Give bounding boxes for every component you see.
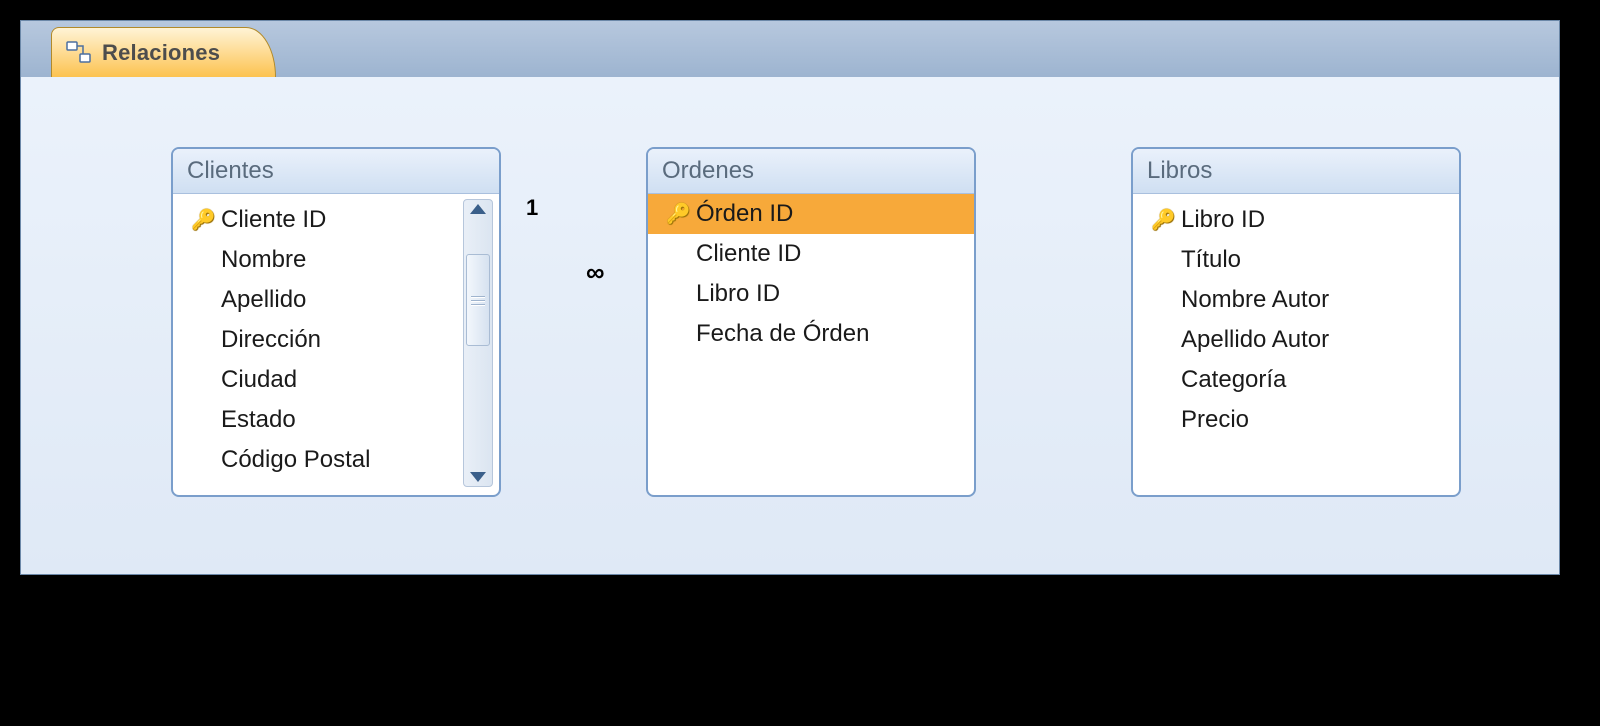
field-label: Fecha de Órden — [696, 320, 869, 348]
field-label: Órden ID — [696, 200, 793, 228]
field-label: Categoría — [1181, 366, 1286, 394]
field-row[interactable]: Nombre — [173, 240, 459, 280]
tab-relaciones[interactable]: Relaciones — [51, 27, 276, 78]
field-row[interactable]: Nombre Autor — [1133, 280, 1459, 320]
scrollbar[interactable] — [463, 199, 493, 487]
table-fields: 🔑 Órden ID Cliente ID Libro ID Fecha de … — [648, 194, 974, 362]
field-row[interactable]: Fecha de Órden — [648, 314, 974, 354]
field-label: Libro ID — [696, 280, 780, 308]
field-row[interactable]: Cliente ID — [648, 234, 974, 274]
table-title: Ordenes — [648, 149, 974, 194]
field-row[interactable]: Apellido Autor — [1133, 320, 1459, 360]
scroll-up-icon[interactable] — [470, 204, 486, 214]
table-fields: 🔑 Cliente ID Nombre Apellido Dirección C… — [173, 194, 499, 488]
field-row[interactable]: Título — [1133, 240, 1459, 280]
cardinality-one: 1 — [526, 195, 538, 221]
field-row[interactable]: Libro ID — [648, 274, 974, 314]
relationships-icon — [66, 40, 92, 66]
scroll-thumb[interactable] — [466, 254, 490, 346]
field-label: Código Postal — [221, 446, 370, 474]
field-label: Libro ID — [1181, 206, 1265, 234]
field-label: Estado — [221, 406, 296, 434]
field-label: Apellido Autor — [1181, 326, 1329, 354]
table-title: Libros — [1133, 149, 1459, 194]
field-row[interactable]: Ciudad — [173, 360, 459, 400]
field-row[interactable]: Apellido — [173, 280, 459, 320]
table-title: Clientes — [173, 149, 499, 194]
field-row[interactable]: 🔑 Cliente ID — [173, 200, 459, 240]
field-row[interactable]: Categoría — [1133, 360, 1459, 400]
field-label: Ciudad — [221, 366, 297, 394]
table-clientes[interactable]: Clientes 🔑 Cliente ID Nombre Apellido Di… — [171, 147, 501, 497]
field-row[interactable]: 🔑 Libro ID — [1133, 200, 1459, 240]
field-label: Apellido — [221, 286, 306, 314]
field-label: Precio — [1181, 406, 1249, 434]
field-label: Cliente ID — [696, 240, 801, 268]
field-label: Nombre — [221, 246, 306, 274]
field-label: Título — [1181, 246, 1241, 274]
primary-key-icon: 🔑 — [1151, 208, 1176, 233]
field-row[interactable]: 🔑 Órden ID — [648, 194, 974, 234]
diagram-canvas[interactable]: 1 ∞ Clientes 🔑 Cliente ID Nombre Apellid… — [21, 77, 1559, 574]
field-row[interactable]: Estado — [173, 400, 459, 440]
tab-bar: Relaciones — [21, 21, 1559, 78]
field-row[interactable]: Código Postal — [173, 440, 459, 480]
field-label: Nombre Autor — [1181, 286, 1329, 314]
field-label: Cliente ID — [221, 206, 326, 234]
relationships-window: Relaciones 1 ∞ Clientes 🔑 Cliente ID Nom… — [20, 20, 1560, 575]
scroll-down-icon[interactable] — [470, 472, 486, 482]
table-fields: 🔑 Libro ID Título Nombre Autor Apellido … — [1133, 194, 1459, 448]
field-row[interactable]: Precio — [1133, 400, 1459, 440]
cardinality-many: ∞ — [586, 257, 605, 288]
table-ordenes[interactable]: Ordenes 🔑 Órden ID Cliente ID Libro ID F… — [646, 147, 976, 497]
tab-label: Relaciones — [102, 40, 220, 66]
table-libros[interactable]: Libros 🔑 Libro ID Título Nombre Autor Ap… — [1131, 147, 1461, 497]
primary-key-icon: 🔑 — [666, 202, 691, 227]
field-label: Dirección — [221, 326, 321, 354]
primary-key-icon: 🔑 — [191, 208, 216, 233]
field-row[interactable]: Dirección — [173, 320, 459, 360]
